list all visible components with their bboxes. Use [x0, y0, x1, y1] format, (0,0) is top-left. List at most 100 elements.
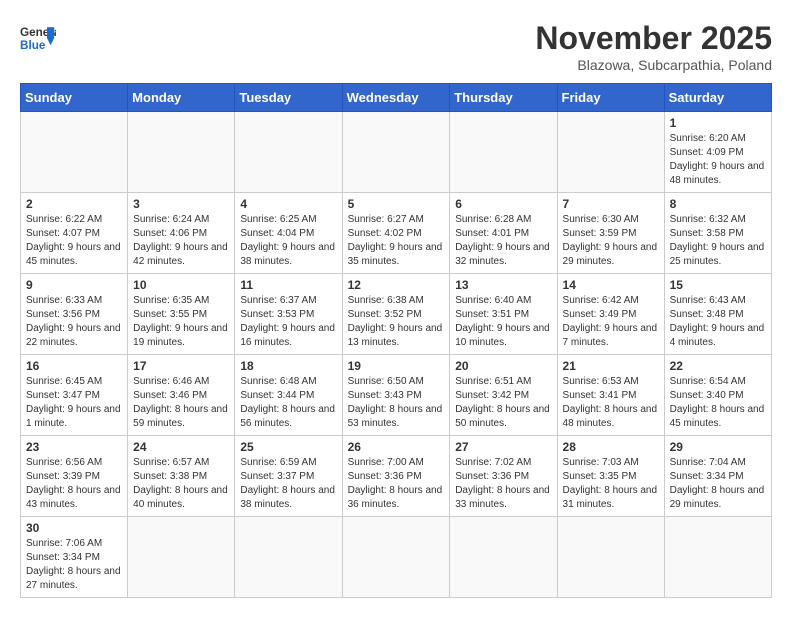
calendar-cell: 3 Sunrise: 6:24 AM Sunset: 4:06 PM Daylig… [128, 193, 235, 274]
day-number: 21 [563, 359, 659, 373]
day-number: 4 [240, 197, 336, 211]
day-number: 7 [563, 197, 659, 211]
calendar-cell: 22 Sunrise: 6:54 AM Sunset: 3:40 PM Dayli… [664, 355, 771, 436]
day-number: 5 [348, 197, 445, 211]
calendar-cell: 28Sunrise: 7:03 AM Sunset: 3:35 PM Dayli… [557, 436, 664, 517]
day-info: Sunrise: 6:43 AM Sunset: 3:48 PM Dayligh… [670, 294, 766, 350]
calendar-week-row: 1 Sunrise: 6:20 AM Sunset: 4:09 PM Daylig… [21, 112, 772, 193]
calendar-cell: 6Sunrise: 6:28 AM Sunset: 4:01 PM Daylig… [450, 193, 557, 274]
calendar-week-row: 9 Sunrise: 6:33 AM Sunset: 3:56 PM Daylig… [21, 274, 772, 355]
day-info: Sunrise: 6:40 AM Sunset: 3:51 PM Dayligh… [455, 294, 551, 350]
day-info: Sunrise: 6:53 AM Sunset: 3:41 PM Dayligh… [563, 375, 659, 431]
day-info: Sunrise: 6:46 AM Sunset: 3:46 PM Dayligh… [133, 375, 229, 431]
day-info: Sunrise: 6:22 AM Sunset: 4:07 PM Dayligh… [26, 213, 122, 269]
location-subtitle: Blazowa, Subcarpathia, Poland [535, 57, 772, 73]
calendar-header-row: SundayMondayTuesdayWednesdayThursdayFrid… [21, 84, 772, 112]
calendar-week-row: 23 Sunrise: 6:56 AM Sunset: 3:39 PM Dayli… [21, 436, 772, 517]
day-number: 11 [240, 278, 336, 292]
calendar-cell: 29 Sunrise: 7:04 AM Sunset: 3:34 PM Dayli… [664, 436, 771, 517]
col-header-friday: Friday [557, 84, 664, 112]
calendar-cell [235, 517, 342, 598]
day-number: 15 [670, 278, 766, 292]
day-number: 1 [670, 116, 766, 130]
calendar-cell [450, 517, 557, 598]
calendar-cell: 20Sunrise: 6:51 AM Sunset: 3:42 PM Dayli… [450, 355, 557, 436]
day-number: 10 [133, 278, 229, 292]
calendar-cell [557, 517, 664, 598]
calendar-cell: 8Sunrise: 6:32 AM Sunset: 3:58 PM Daylig… [664, 193, 771, 274]
day-number: 27 [455, 440, 551, 454]
calendar-cell: 17 Sunrise: 6:46 AM Sunset: 3:46 PM Dayli… [128, 355, 235, 436]
calendar-table: SundayMondayTuesdayWednesdayThursdayFrid… [20, 83, 772, 598]
day-info: Sunrise: 6:56 AM Sunset: 3:39 PM Dayligh… [26, 456, 122, 512]
day-info: Sunrise: 6:38 AM Sunset: 3:52 PM Dayligh… [348, 294, 445, 350]
day-number: 17 [133, 359, 229, 373]
calendar-cell: 23 Sunrise: 6:56 AM Sunset: 3:39 PM Dayli… [21, 436, 128, 517]
calendar-cell: 13 Sunrise: 6:40 AM Sunset: 3:51 PM Dayli… [450, 274, 557, 355]
calendar-cell: 14 Sunrise: 6:42 AM Sunset: 3:49 PM Dayli… [557, 274, 664, 355]
calendar-cell: 26Sunrise: 7:00 AM Sunset: 3:36 PM Dayli… [342, 436, 450, 517]
day-number: 30 [26, 521, 122, 535]
day-number: 22 [670, 359, 766, 373]
calendar-cell: 19Sunrise: 6:50 AM Sunset: 3:43 PM Dayli… [342, 355, 450, 436]
col-header-wednesday: Wednesday [342, 84, 450, 112]
day-info: Sunrise: 6:59 AM Sunset: 3:37 PM Dayligh… [240, 456, 336, 512]
day-info: Sunrise: 7:00 AM Sunset: 3:36 PM Dayligh… [348, 456, 445, 512]
day-info: Sunrise: 6:45 AM Sunset: 3:47 PM Dayligh… [26, 375, 122, 431]
calendar-cell [342, 517, 450, 598]
calendar-cell: 7 Sunrise: 6:30 AM Sunset: 3:59 PM Daylig… [557, 193, 664, 274]
day-number: 2 [26, 197, 122, 211]
calendar-cell [21, 112, 128, 193]
calendar-week-row: 16Sunrise: 6:45 AM Sunset: 3:47 PM Dayli… [21, 355, 772, 436]
day-info: Sunrise: 6:24 AM Sunset: 4:06 PM Dayligh… [133, 213, 229, 269]
day-number: 19 [348, 359, 445, 373]
day-info: Sunrise: 6:54 AM Sunset: 3:40 PM Dayligh… [670, 375, 766, 431]
calendar-cell: 5 Sunrise: 6:27 AM Sunset: 4:02 PM Daylig… [342, 193, 450, 274]
day-number: 12 [348, 278, 445, 292]
day-info: Sunrise: 6:30 AM Sunset: 3:59 PM Dayligh… [563, 213, 659, 269]
day-info: Sunrise: 6:33 AM Sunset: 3:56 PM Dayligh… [26, 294, 122, 350]
calendar-cell: 30 Sunrise: 7:06 AM Sunset: 3:34 PM Dayli… [21, 517, 128, 598]
day-info: Sunrise: 6:37 AM Sunset: 3:53 PM Dayligh… [240, 294, 336, 350]
calendar-cell [128, 112, 235, 193]
day-info: Sunrise: 6:20 AM Sunset: 4:09 PM Dayligh… [670, 132, 766, 188]
calendar-cell: 16Sunrise: 6:45 AM Sunset: 3:47 PM Dayli… [21, 355, 128, 436]
day-number: 14 [563, 278, 659, 292]
day-number: 9 [26, 278, 122, 292]
calendar-week-row: 2 Sunrise: 6:22 AM Sunset: 4:07 PM Daylig… [21, 193, 772, 274]
day-info: Sunrise: 6:48 AM Sunset: 3:44 PM Dayligh… [240, 375, 336, 431]
day-info: Sunrise: 6:25 AM Sunset: 4:04 PM Dayligh… [240, 213, 336, 269]
day-number: 18 [240, 359, 336, 373]
day-number: 13 [455, 278, 551, 292]
calendar-cell: 10 Sunrise: 6:35 AM Sunset: 3:55 PM Dayli… [128, 274, 235, 355]
day-info: Sunrise: 7:02 AM Sunset: 3:36 PM Dayligh… [455, 456, 551, 512]
calendar-cell [128, 517, 235, 598]
calendar-cell [342, 112, 450, 193]
title-block: November 2025 Blazowa, Subcarpathia, Pol… [535, 20, 772, 73]
day-info: Sunrise: 7:04 AM Sunset: 3:34 PM Dayligh… [670, 456, 766, 512]
col-header-thursday: Thursday [450, 84, 557, 112]
calendar-cell: 9 Sunrise: 6:33 AM Sunset: 3:56 PM Daylig… [21, 274, 128, 355]
day-info: Sunrise: 6:42 AM Sunset: 3:49 PM Dayligh… [563, 294, 659, 350]
logo: General Blue [20, 20, 56, 56]
calendar-week-row: 30 Sunrise: 7:06 AM Sunset: 3:34 PM Dayli… [21, 517, 772, 598]
day-info: Sunrise: 6:27 AM Sunset: 4:02 PM Dayligh… [348, 213, 445, 269]
calendar-cell: 4 Sunrise: 6:25 AM Sunset: 4:04 PM Daylig… [235, 193, 342, 274]
day-info: Sunrise: 7:06 AM Sunset: 3:34 PM Dayligh… [26, 537, 122, 593]
day-number: 29 [670, 440, 766, 454]
calendar-cell: 11 Sunrise: 6:37 AM Sunset: 3:53 PM Dayli… [235, 274, 342, 355]
day-number: 24 [133, 440, 229, 454]
calendar-cell [557, 112, 664, 193]
svg-text:Blue: Blue [20, 39, 46, 52]
day-info: Sunrise: 6:28 AM Sunset: 4:01 PM Dayligh… [455, 213, 551, 269]
calendar-cell: 25Sunrise: 6:59 AM Sunset: 3:37 PM Dayli… [235, 436, 342, 517]
calendar-cell: 24Sunrise: 6:57 AM Sunset: 3:38 PM Dayli… [128, 436, 235, 517]
calendar-cell: 15 Sunrise: 6:43 AM Sunset: 3:48 PM Dayli… [664, 274, 771, 355]
calendar-cell [664, 517, 771, 598]
day-number: 3 [133, 197, 229, 211]
day-info: Sunrise: 6:35 AM Sunset: 3:55 PM Dayligh… [133, 294, 229, 350]
calendar-cell: 1 Sunrise: 6:20 AM Sunset: 4:09 PM Daylig… [664, 112, 771, 193]
col-header-sunday: Sunday [21, 84, 128, 112]
day-number: 23 [26, 440, 122, 454]
logo-icon: General Blue [20, 20, 56, 56]
